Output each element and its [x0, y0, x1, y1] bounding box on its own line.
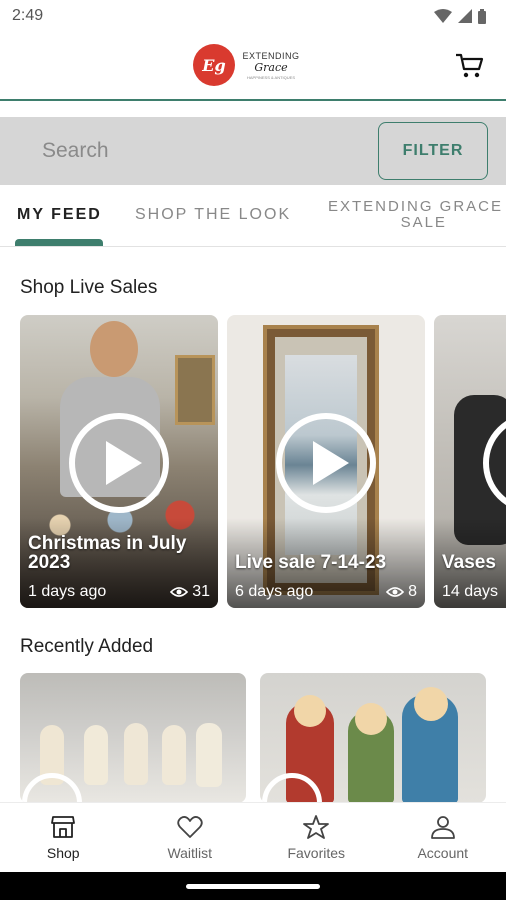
- section-title-recently-added: Recently Added: [20, 636, 154, 657]
- live-sale-meta: 14 days: [442, 583, 498, 601]
- star-icon: [303, 814, 330, 839]
- tab-shop-the-look[interactable]: SHOP THE LOOK: [135, 185, 291, 245]
- view-count-value: 8: [408, 583, 417, 600]
- nav-shop[interactable]: Shop: [0, 803, 127, 872]
- shop-icon: [51, 815, 76, 838]
- live-sale-card[interactable]: Vases 14 days: [434, 315, 506, 608]
- cart-icon[interactable]: [454, 50, 484, 80]
- logo-wordmark: EXTENDING Grace HAPPINESS & ANTIQUES: [239, 51, 303, 80]
- system-gesture-bar: [0, 872, 506, 900]
- live-sale-title: Vases: [442, 552, 496, 573]
- recent-item-card[interactable]: [20, 673, 246, 803]
- filter-button[interactable]: FILTER: [378, 122, 488, 180]
- tab-extending-grace-sale[interactable]: EXTENDING GRACE L SALE: [328, 185, 506, 245]
- status-icons: [434, 8, 486, 24]
- signal-icon: [458, 9, 472, 23]
- wifi-icon: [434, 9, 452, 23]
- view-count: 31: [170, 583, 210, 601]
- section-title-live-sales: Shop Live Sales: [20, 277, 158, 298]
- logo-mark: Eg: [193, 44, 235, 86]
- view-count: 8: [386, 583, 417, 601]
- live-sale-meta: 1 days ago 31: [28, 583, 210, 601]
- status-bar: 2:49: [0, 0, 506, 32]
- search-input[interactable]: Search: [20, 122, 366, 180]
- live-sale-meta: 6 days ago 8: [235, 583, 417, 601]
- home-gesture-handle[interactable]: [186, 884, 320, 889]
- bottom-navigation: Shop Waitlist Favorites Account: [0, 802, 506, 872]
- live-sale-title: Live sale 7-14-23: [235, 552, 387, 573]
- nav-label: Shop: [46, 844, 80, 861]
- nav-label: Waitlist: [167, 844, 213, 861]
- tab-bar: MY FEED SHOP THE LOOK EXTENDING GRACE L …: [0, 185, 506, 247]
- play-icon[interactable]: [276, 413, 376, 513]
- nav-waitlist[interactable]: Waitlist: [127, 803, 254, 872]
- status-time: 2:49: [12, 7, 44, 24]
- logo-line-3: HAPPINESS & ANTIQUES: [246, 74, 295, 80]
- battery-icon: [478, 8, 486, 24]
- tab-my-feed[interactable]: MY FEED: [17, 185, 102, 245]
- eye-icon: [170, 587, 189, 597]
- brand-logo[interactable]: Eg EXTENDING Grace HAPPINESS & ANTIQUES: [193, 44, 303, 86]
- nav-label: Favorites: [287, 844, 346, 861]
- header-divider: [0, 99, 506, 101]
- nav-account[interactable]: Account: [380, 803, 506, 872]
- live-sale-age: 14 days: [442, 583, 499, 600]
- tab-label-line-2: SALE: [400, 214, 447, 231]
- active-tab-indicator: [15, 239, 103, 246]
- heart-icon: [177, 815, 203, 838]
- logo-line-1: EXTENDING: [242, 50, 300, 61]
- nav-label: Account: [417, 844, 469, 861]
- live-sale-card[interactable]: Live sale 7-14-23 6 days ago 8: [227, 315, 425, 608]
- nav-favorites[interactable]: Favorites: [253, 803, 380, 872]
- search-placeholder: Search: [42, 139, 109, 162]
- live-sale-age: 1 days ago: [28, 583, 107, 600]
- view-count-value: 31: [192, 583, 210, 600]
- live-sale-title: Christmas in July 2023: [28, 533, 187, 573]
- play-icon[interactable]: [69, 413, 169, 513]
- live-sale-card[interactable]: Christmas in July 2023 1 days ago 31: [20, 315, 218, 608]
- live-sale-age: 6 days ago: [235, 583, 314, 600]
- tab-label-line-1: EXTENDING GRACE L: [328, 198, 506, 215]
- user-icon: [430, 815, 455, 839]
- recent-item-card[interactable]: [260, 673, 486, 803]
- logo-line-2: Grace: [254, 60, 288, 74]
- eye-icon: [386, 587, 405, 597]
